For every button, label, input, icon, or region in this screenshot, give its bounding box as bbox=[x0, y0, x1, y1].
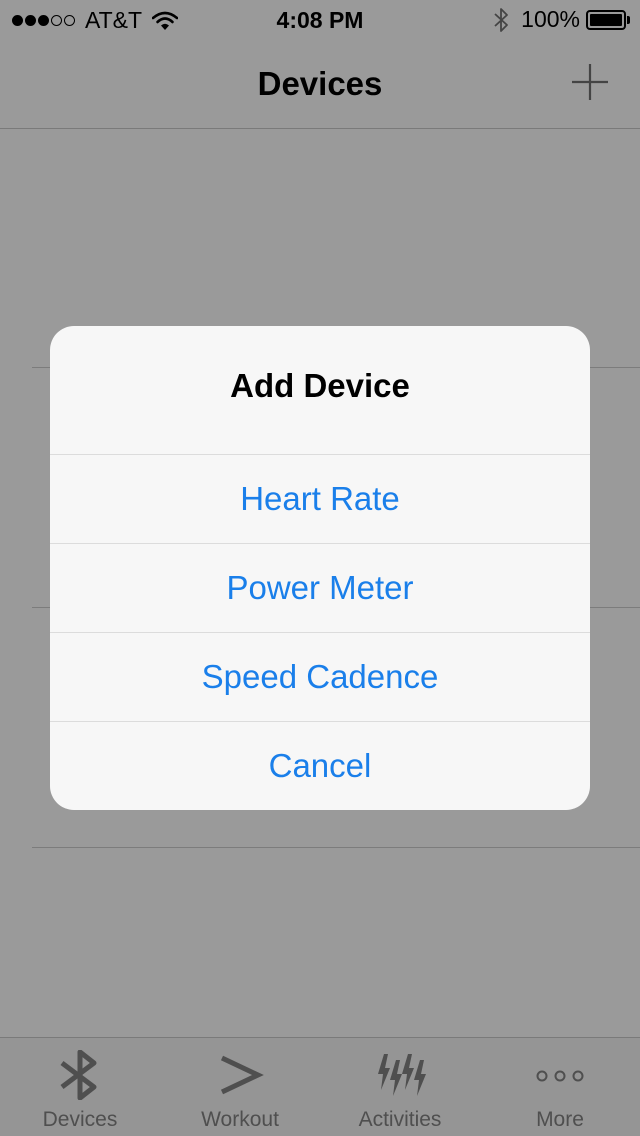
status-right: 100% bbox=[493, 6, 630, 33]
tab-more[interactable]: More bbox=[480, 1038, 640, 1136]
tab-label: Devices bbox=[42, 1108, 118, 1131]
speed-cadence-button[interactable]: Speed Cadence bbox=[50, 633, 590, 722]
battery-percentage: 100% bbox=[521, 6, 580, 32]
tab-label: Activities bbox=[358, 1108, 442, 1131]
list-separator bbox=[32, 847, 640, 848]
chevron-right-icon bbox=[220, 1055, 264, 1095]
add-device-alert: Add Device Heart Rate Power Meter Speed … bbox=[50, 326, 590, 810]
tab-activities[interactable]: Activities bbox=[320, 1038, 480, 1136]
power-meter-button[interactable]: Power Meter bbox=[50, 544, 590, 633]
cancel-button[interactable]: Cancel bbox=[50, 722, 590, 810]
page-title: Devices bbox=[257, 65, 383, 102]
plus-icon[interactable] bbox=[570, 62, 610, 102]
battery-icon bbox=[586, 9, 630, 30]
tab-workout[interactable]: Workout bbox=[160, 1038, 320, 1136]
tab-label: More bbox=[536, 1108, 584, 1131]
bluetooth-status-icon bbox=[494, 7, 509, 32]
heart-rate-button[interactable]: Heart Rate bbox=[50, 455, 590, 544]
tab-label: Workout bbox=[201, 1108, 279, 1131]
more-icon bbox=[536, 1070, 584, 1082]
status-bar: AT&T 4:08 PM 100% bbox=[0, 0, 640, 40]
bluetooth-icon bbox=[60, 1050, 97, 1100]
tab-bar: Devices Workout Activities More bbox=[0, 1037, 640, 1136]
alert-title: Add Device bbox=[50, 326, 590, 455]
tab-devices[interactable]: Devices bbox=[0, 1038, 160, 1136]
nav-bar: Devices bbox=[0, 40, 640, 129]
lightning-icon bbox=[378, 1054, 426, 1096]
